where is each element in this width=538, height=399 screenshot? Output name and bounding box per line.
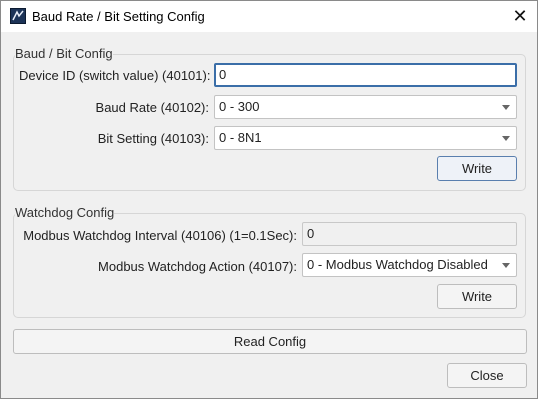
watchdog-action-select[interactable]: 0 - Modbus Watchdog Disabled bbox=[302, 253, 517, 277]
baud-write-button[interactable]: Write bbox=[437, 156, 517, 181]
watchdog-interval-label: Modbus Watchdog Interval (40106) (1=0.1S… bbox=[23, 228, 297, 243]
dialog-window: Baud Rate / Bit Setting Config ✕ Baud / … bbox=[0, 0, 538, 399]
device-id-label: Device ID (switch value) (40101): bbox=[19, 68, 211, 83]
device-id-value: 0 bbox=[219, 67, 227, 82]
watchdog-action-value: 0 - Modbus Watchdog Disabled bbox=[307, 257, 488, 272]
bit-setting-select[interactable]: 0 - 8N1 bbox=[214, 126, 517, 150]
chevron-down-icon bbox=[502, 136, 510, 141]
title-bar: Baud Rate / Bit Setting Config ✕ bbox=[1, 1, 537, 32]
chevron-down-icon bbox=[502, 105, 510, 110]
window-title: Baud Rate / Bit Setting Config bbox=[32, 9, 205, 24]
baud-rate-label: Baud Rate (40102): bbox=[95, 100, 209, 115]
bit-setting-label: Bit Setting (40103): bbox=[97, 131, 209, 146]
baud-rate-value: 0 - 300 bbox=[219, 99, 260, 114]
close-button[interactable]: Close bbox=[447, 363, 527, 388]
watchdog-config-title: Watchdog Config bbox=[15, 205, 115, 220]
watchdog-interval-input[interactable]: 0 bbox=[302, 222, 517, 246]
chevron-down-icon bbox=[502, 263, 510, 268]
baud-bit-config-title: Baud / Bit Config bbox=[15, 46, 113, 61]
read-config-button[interactable]: Read Config bbox=[13, 329, 527, 354]
bit-setting-value: 0 - 8N1 bbox=[219, 130, 262, 145]
baud-rate-select[interactable]: 0 - 300 bbox=[214, 95, 517, 119]
close-icon[interactable]: ✕ bbox=[503, 1, 537, 32]
watchdog-interval-value: 0 bbox=[307, 226, 315, 241]
device-id-input[interactable]: 0 bbox=[214, 63, 517, 87]
watchdog-write-button[interactable]: Write bbox=[437, 284, 517, 309]
app-icon bbox=[10, 8, 26, 24]
watchdog-action-label: Modbus Watchdog Action (40107): bbox=[98, 259, 297, 274]
